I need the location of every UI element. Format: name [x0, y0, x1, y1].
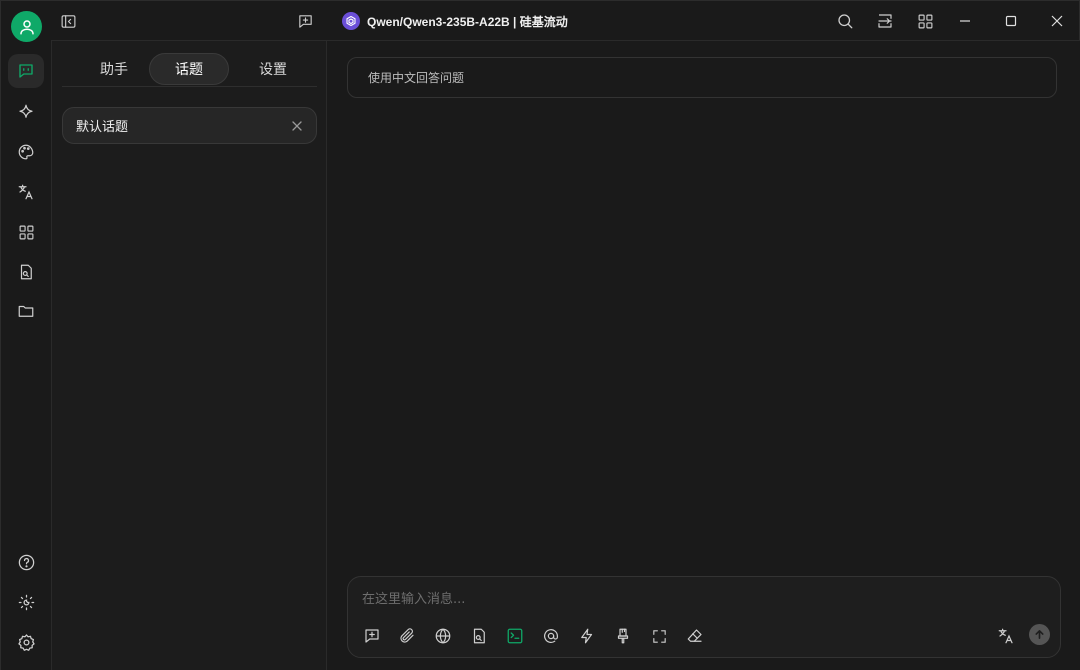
layout-toggle-button[interactable]	[873, 10, 897, 32]
search-button[interactable]	[833, 10, 857, 32]
close-icon	[292, 121, 302, 131]
new-chat-icon	[298, 14, 312, 28]
user-icon	[19, 19, 34, 34]
rail-translate-button[interactable]	[8, 175, 44, 209]
knowledge-base-button[interactable]	[468, 625, 490, 647]
send-button[interactable]	[1029, 624, 1050, 645]
tab-settings[interactable]: 设置	[233, 53, 313, 85]
translate-input-button[interactable]	[995, 625, 1017, 647]
translate-icon	[998, 628, 1013, 644]
topic-item[interactable]: 默认话题	[62, 107, 317, 144]
sparkle-icon	[19, 104, 33, 118]
minimize-icon	[960, 20, 970, 22]
rail-paintings-button[interactable]	[8, 135, 44, 169]
at-sign-icon	[544, 629, 558, 643]
topics-panel: 助手 话题 设置 默认话题	[51, 41, 327, 670]
rail-files-button[interactable]	[8, 255, 44, 289]
mention-model-button[interactable]	[540, 625, 562, 647]
translate-icon	[18, 184, 33, 200]
web-search-button[interactable]	[432, 625, 454, 647]
model-name: Qwen/Qwen3-235B-A22B | 硅基流动	[367, 14, 568, 29]
composer	[347, 576, 1061, 658]
sidebar-collapse-icon	[61, 14, 75, 28]
theme-icon	[18, 594, 34, 610]
new-topic-button[interactable]	[293, 10, 317, 32]
eraser-icon	[687, 629, 702, 642]
attach-button[interactable]	[396, 625, 418, 647]
icon-rail	[1, 1, 51, 670]
rail-chat-button[interactable]	[8, 54, 44, 88]
grid-icon	[918, 14, 932, 28]
mcp-tools-button[interactable]	[504, 625, 526, 647]
rail-help-button[interactable]	[8, 545, 44, 579]
apps-icon	[19, 225, 33, 239]
user-avatar[interactable]	[11, 11, 42, 42]
system-prompt-bar[interactable]: 使用中文回答问题	[347, 57, 1057, 98]
layout-swap-icon	[878, 14, 892, 28]
panel-tabs: 助手 话题 设置	[62, 51, 317, 87]
quick-phrases-button[interactable]	[576, 625, 598, 647]
toggle-sidebar-button[interactable]	[56, 10, 80, 32]
fullscreen-button[interactable]	[648, 625, 670, 647]
topic-delete-button[interactable]	[290, 119, 304, 133]
rail-apps-button[interactable]	[8, 215, 44, 249]
close-window-button[interactable]	[1045, 10, 1069, 32]
chat-area: 使用中文回答问题	[327, 41, 1080, 670]
settings-icon	[17, 633, 35, 651]
rail-folder-button[interactable]	[8, 294, 44, 328]
terminal-icon	[507, 628, 523, 644]
message-input[interactable]	[362, 589, 962, 609]
apps-grid-button[interactable]	[913, 10, 937, 32]
topic-label: 默认话题	[76, 120, 129, 135]
app-window: Qwen/Qwen3-235B-A22B | 硅基流动 助手 话题 设置 默认话…	[0, 0, 1080, 670]
tab-assistants[interactable]: 助手	[74, 53, 154, 85]
model-logo-icon	[342, 12, 360, 30]
brush-icon	[617, 628, 629, 644]
maximize-icon	[1005, 15, 1017, 27]
maximize-button[interactable]	[999, 10, 1023, 32]
rail-agents-button[interactable]	[8, 95, 44, 129]
globe-icon	[435, 628, 451, 644]
search-icon	[838, 14, 853, 29]
help-icon	[18, 554, 34, 570]
chat-icon	[19, 64, 33, 78]
minimize-button[interactable]	[953, 10, 977, 32]
new-topic-tool-button[interactable]	[361, 625, 383, 647]
close-icon	[1051, 15, 1063, 27]
clear-input-button[interactable]	[684, 625, 706, 647]
rail-settings-button[interactable]	[8, 625, 44, 659]
model-selector[interactable]: Qwen/Qwen3-235B-A22B | 硅基流动	[342, 11, 568, 31]
folder-icon	[18, 305, 34, 317]
tab-topics[interactable]: 话题	[149, 53, 229, 85]
clear-context-button[interactable]	[612, 625, 634, 647]
arrow-up-icon	[1035, 630, 1044, 639]
new-chat-icon	[365, 629, 379, 643]
file-search-icon	[20, 264, 32, 280]
paperclip-icon	[400, 628, 414, 643]
expand-icon	[652, 629, 666, 643]
titlebar: Qwen/Qwen3-235B-A22B | 硅基流动	[51, 1, 1080, 41]
rail-theme-button[interactable]	[8, 585, 44, 619]
lightning-icon	[581, 628, 593, 644]
file-search-icon	[473, 628, 485, 644]
palette-icon	[18, 144, 34, 160]
